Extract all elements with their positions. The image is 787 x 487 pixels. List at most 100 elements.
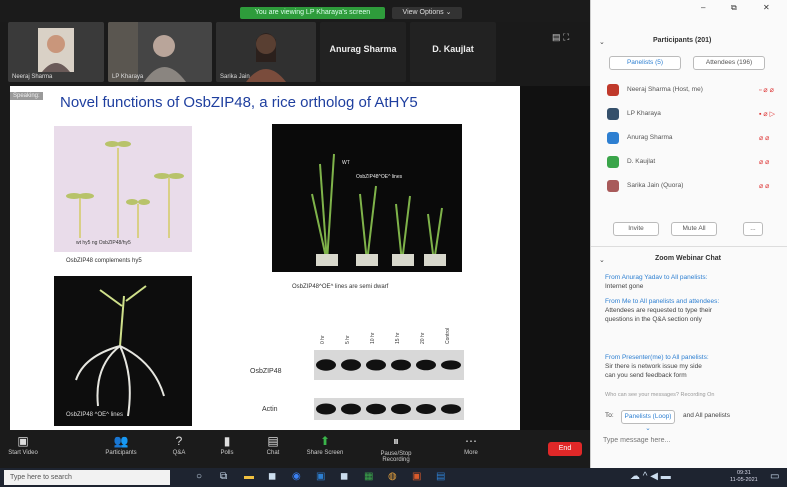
more-label: More bbox=[464, 450, 478, 456]
tab-attendees[interactable]: Attendees (196) bbox=[693, 56, 765, 70]
app-icon[interactable]: ◼ bbox=[268, 471, 276, 482]
participant-status-icons[interactable]: ▪ ⌀ ▷ bbox=[759, 110, 775, 118]
participants-label: Participants bbox=[105, 450, 137, 456]
avatar bbox=[607, 180, 619, 192]
participant-name: LP Kharaya bbox=[627, 110, 661, 117]
maximize-window-icon[interactable]: ⧉ bbox=[731, 3, 737, 13]
blot-column-label: 0 hr bbox=[320, 335, 326, 344]
notifications-icon[interactable]: ▭ bbox=[770, 471, 779, 482]
video-tile[interactable]: Neeraj Sharma bbox=[8, 22, 104, 82]
video-tile[interactable]: Sarika Jain bbox=[216, 22, 316, 82]
mute-all-button[interactable]: Mute All bbox=[671, 222, 717, 236]
minimize-window-icon[interactable]: – bbox=[701, 3, 705, 12]
participant-row[interactable]: Anurag Sharma ⌀ ⌀ bbox=[591, 130, 787, 148]
chat-message-input[interactable] bbox=[601, 432, 775, 448]
more-options-button[interactable]: ... bbox=[743, 222, 763, 236]
clock-date: 11-05-2021 bbox=[730, 477, 758, 483]
video-tile-name: Neeraj Sharma bbox=[12, 74, 53, 80]
word-icon[interactable]: ▤ bbox=[436, 471, 445, 482]
chat-message: can you send feedback form bbox=[605, 372, 687, 379]
participant-row[interactable]: Neeraj Sharma (Host, me) ▫ ⌀ ⌀ bbox=[591, 82, 787, 100]
caption-root: OsbZIP48 ^OE^ lines bbox=[66, 412, 123, 418]
participant-row[interactable]: Sarika Jain (Quora) ⌀ ⌀ bbox=[591, 178, 787, 196]
collapse-chevron-icon[interactable]: ⌄ bbox=[599, 38, 605, 46]
recording-button[interactable]: ⏸ Pause/Stop Recording bbox=[366, 434, 426, 463]
video-strip: Neeraj Sharma LP Kharaya Sarika Jain Anu… bbox=[0, 22, 590, 84]
seedling-image-icon bbox=[66, 141, 184, 238]
grid-view-icon[interactable]: ▤ ⛶ bbox=[552, 32, 569, 43]
more-button[interactable]: ⋯ More bbox=[448, 434, 494, 456]
file-explorer-icon[interactable]: ▬ bbox=[244, 471, 254, 482]
chat-from: From Presenter(me) to All panelists: bbox=[605, 354, 709, 361]
blot-label-osbzip48: OsbZIP48 bbox=[250, 368, 282, 375]
tab-panelists[interactable]: Panelists (5) bbox=[609, 56, 681, 70]
start-circle-icon[interactable]: ○ bbox=[196, 471, 202, 482]
caption-semi-dwarf: OsbZIP48^OE^ lines are semi dwarf bbox=[292, 284, 389, 290]
name-only-tile[interactable]: Anurag Sharma bbox=[320, 22, 406, 82]
qa-label: Q&A bbox=[172, 450, 186, 456]
end-button[interactable]: End bbox=[548, 442, 582, 456]
app-icon[interactable]: ◼ bbox=[340, 471, 348, 482]
avatar bbox=[607, 84, 619, 96]
plant-inner-label: OsbZIP48^OE^ lines bbox=[356, 174, 403, 180]
taskbar-search-input[interactable]: Type here to search bbox=[4, 470, 170, 485]
clock-time: 09:31 bbox=[736, 470, 751, 476]
plants-photo: WT OsbZIP48^OE^ lines bbox=[272, 124, 462, 272]
task-view-icon[interactable]: ⧉ bbox=[220, 471, 227, 482]
blot-label-actin: Actin bbox=[262, 406, 278, 413]
name-only-tile[interactable]: D. Kaujlat bbox=[410, 22, 496, 82]
divider bbox=[591, 246, 787, 247]
blot-column-label: Control bbox=[445, 327, 451, 344]
windows-taskbar: Type here to search ○ ⧉ ▬ ◼ ◉ ▣ ◼ ▦ ◍ ▣ … bbox=[0, 468, 787, 487]
chat-message: Attendees are requested to type their bbox=[605, 307, 712, 314]
participant-status-icons[interactable]: ⌀ ⌀ bbox=[759, 182, 769, 190]
start-video-label: Start Video bbox=[8, 450, 38, 456]
close-window-icon[interactable]: ✕ bbox=[763, 3, 770, 12]
participant-row[interactable]: LP Kharaya ▪ ⌀ ▷ bbox=[591, 106, 787, 124]
chrome-icon[interactable]: ◍ bbox=[388, 471, 397, 482]
chat-message: Sir there is network issue my side bbox=[605, 363, 702, 370]
panel-title: Participants (201) bbox=[653, 37, 712, 44]
blot-band bbox=[416, 359, 436, 371]
person-video-icon bbox=[8, 22, 104, 82]
polls-icon: ▮ bbox=[223, 434, 231, 448]
powerpoint-icon[interactable]: ▣ bbox=[412, 471, 421, 482]
share-screen-button[interactable]: ⬆ Share Screen bbox=[302, 434, 348, 456]
participant-status-icons[interactable]: ⌀ ⌀ bbox=[759, 158, 769, 166]
more-icon: ⋯ bbox=[465, 434, 477, 448]
polls-button[interactable]: ▮ Polls bbox=[204, 434, 250, 456]
and-label: and All panelists bbox=[683, 412, 730, 419]
participant-status-icons[interactable]: ▫ ⌀ ⌀ bbox=[759, 86, 774, 94]
slide-title: Novel functions of OsbZIP48, a rice orth… bbox=[60, 94, 418, 111]
avatar bbox=[607, 132, 619, 144]
plants-image-icon bbox=[311, 153, 446, 266]
qa-button[interactable]: ? Q&A bbox=[156, 434, 202, 456]
to-recipient-dropdown[interactable]: Panelists (Loop) ⌄ bbox=[621, 410, 675, 432]
video-tile[interactable]: LP Kharaya bbox=[108, 22, 212, 82]
tile-participant-name: D. Kaujlat bbox=[432, 44, 474, 54]
avatar bbox=[607, 108, 619, 120]
meeting-toolbar: ▣ Start Video 👥 Participants ? Q&A ▮ Polls ▤… bbox=[0, 430, 590, 468]
blot-band bbox=[316, 403, 336, 415]
recording-label: Pause/Stop Recording bbox=[380, 451, 412, 463]
edge-browser-icon[interactable]: ◉ bbox=[292, 471, 301, 482]
blot-band bbox=[441, 360, 461, 370]
invite-button[interactable]: Invite bbox=[613, 222, 659, 236]
system-tray-icons[interactable]: ☁ ^ ◀ ▬ bbox=[630, 471, 671, 482]
zoom-app-icon[interactable]: ▣ bbox=[316, 471, 325, 482]
excel-icon[interactable]: ▦ bbox=[364, 471, 373, 482]
polls-label: Polls bbox=[220, 450, 234, 456]
person-video-icon bbox=[216, 22, 316, 82]
view-options-button[interactable]: View Options ⌄ bbox=[392, 7, 462, 19]
caption-complements: OsbZIP48 complements hy5 bbox=[66, 258, 142, 264]
participants-button[interactable]: 👥 Participants bbox=[98, 434, 144, 456]
chat-from: From Me to All panelists and attendees: bbox=[605, 298, 720, 305]
participant-row[interactable]: D. Kaujlat ⌀ ⌀ bbox=[591, 154, 787, 172]
chat-collapse-icon[interactable]: ⌄ bbox=[599, 256, 605, 264]
participant-status-icons[interactable]: ⌀ ⌀ bbox=[759, 134, 769, 142]
blot-band bbox=[441, 404, 461, 414]
start-video-button[interactable]: ▣ Start Video bbox=[0, 434, 46, 456]
blot-band bbox=[391, 359, 411, 371]
blot-bands bbox=[316, 359, 461, 415]
chat-button[interactable]: ▤ Chat bbox=[250, 434, 296, 456]
